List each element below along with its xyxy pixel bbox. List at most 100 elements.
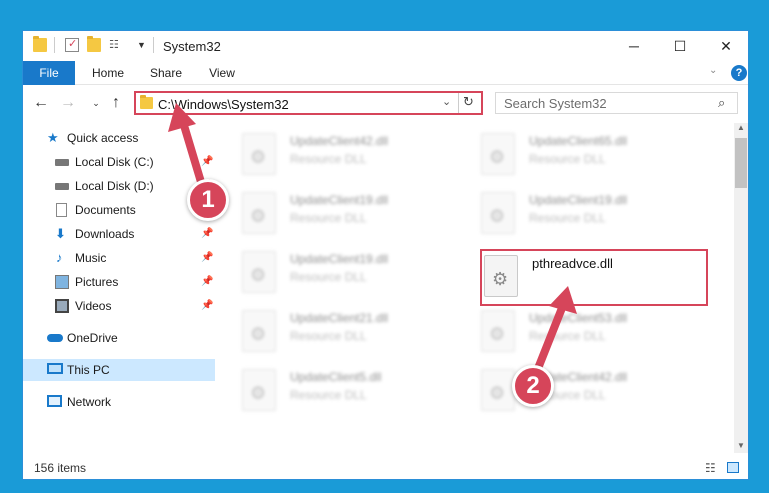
scroll-thumb[interactable] <box>735 138 747 188</box>
pictures-icon <box>55 275 69 289</box>
step-1-badge: 1 <box>187 179 229 221</box>
dll-file-icon: ⚙ <box>242 251 276 293</box>
sidebar-item-pictures[interactable]: Pictures 📌 <box>23 271 215 293</box>
sidebar-item-label: Network <box>67 395 112 409</box>
download-icon: ⬇ <box>55 226 66 241</box>
sidebar-item-label: Documents <box>75 203 136 217</box>
file-name: UpdateClient42.dll <box>290 134 389 148</box>
dll-file-icon: ⚙ <box>481 133 515 175</box>
pin-icon[interactable]: 📌 <box>201 300 213 311</box>
file-item[interactable]: ⚙ UpdateClient19.dll Resource DLL <box>481 190 701 238</box>
address-divider <box>458 93 459 113</box>
toolbar-divider <box>54 37 55 53</box>
tab-view[interactable]: View <box>199 61 245 85</box>
window-title: System32 <box>163 39 221 54</box>
file-item[interactable]: ⚙ UpdateClient21.dll Resource DLL <box>242 308 462 356</box>
dll-file-icon: ⚙ <box>242 310 276 352</box>
sidebar-item-network[interactable]: Network <box>23 391 215 413</box>
large-icons-view-icon[interactable] <box>727 462 739 473</box>
status-bar: 156 items ☷ <box>23 456 748 479</box>
navigation-pane: ★ Quick access Local Disk (C:) 📌 Local D… <box>23 123 215 453</box>
network-icon <box>47 395 62 407</box>
dll-file-icon: ⚙ <box>242 133 276 175</box>
sidebar-item-videos[interactable]: Videos 📌 <box>23 295 215 317</box>
sidebar-item-local-disk-d[interactable]: Local Disk (D:) 📌 <box>23 175 215 197</box>
new-folder-icon[interactable] <box>87 36 101 52</box>
search-input[interactable]: Search System32 <box>504 96 607 111</box>
ribbon: File Home Share View ⌄ ? <box>23 61 748 85</box>
sidebar-item-label: This PC <box>67 363 110 377</box>
drive-icon <box>55 159 69 166</box>
scroll-up-icon[interactable]: ▲ <box>737 123 745 132</box>
maximize-button[interactable]: ☐ <box>657 31 703 61</box>
dll-file-icon: ⚙ <box>242 369 276 411</box>
file-type: Resource DLL <box>290 329 367 343</box>
folder-icon <box>140 95 153 109</box>
file-name: UpdateClient5.dll <box>290 370 382 384</box>
file-item[interactable]: ⚙ UpdateClient5.dll Resource DLL <box>242 367 462 415</box>
search-box[interactable]: Search System32 ⌕ <box>495 92 738 114</box>
tab-home[interactable]: Home <box>85 61 131 85</box>
expand-ribbon-icon[interactable]: ⌄ <box>709 65 717 76</box>
help-icon[interactable]: ? <box>731 65 747 81</box>
close-button[interactable]: ✕ <box>703 31 748 61</box>
sidebar-item-local-disk-c[interactable]: Local Disk (C:) 📌 <box>23 151 215 173</box>
file-item[interactable]: ⚙ UpdateClient19.dll Resource DLL <box>242 190 462 238</box>
pin-icon[interactable]: 📌 <box>201 276 213 287</box>
file-name: UpdateClient53.dll <box>529 311 628 325</box>
tab-share[interactable]: Share <box>143 61 189 85</box>
view-options-icon[interactable]: ☷ <box>109 38 123 52</box>
file-list: ⚙ UpdateClient42.dll Resource DLL ⚙ Upda… <box>218 123 736 453</box>
toolbar-divider <box>153 37 154 53</box>
file-name: UpdateClient21.dll <box>290 311 389 325</box>
sidebar-item-quick-access[interactable]: ★ Quick access <box>23 127 215 149</box>
file-name: UpdateClient19.dll <box>290 193 389 207</box>
details-view-icon[interactable]: ☷ <box>705 461 716 475</box>
customize-toolbar-icon[interactable]: ▼ <box>137 38 151 52</box>
file-item[interactable]: ⚙ UpdateClient65.dll Resource DLL <box>481 131 701 179</box>
highlight-box <box>480 249 708 306</box>
file-type: Resource DLL <box>290 152 367 166</box>
sidebar-item-this-pc[interactable]: This PC <box>23 359 215 381</box>
drive-icon <box>55 183 69 190</box>
minimize-button[interactable]: ─ <box>611 31 657 61</box>
sidebar-item-label: Music <box>75 251 107 265</box>
properties-icon[interactable]: ✓ <box>65 38 79 52</box>
sidebar-item-onedrive[interactable]: OneDrive <box>23 327 215 349</box>
sidebar-item-downloads[interactable]: ⬇ Downloads 📌 <box>23 223 215 245</box>
file-type: Resource DLL <box>290 211 367 225</box>
sidebar-item-label: Videos <box>75 299 112 313</box>
tab-file[interactable]: File <box>23 61 75 85</box>
file-type: Resource DLL <box>529 211 606 225</box>
videos-icon <box>55 299 69 313</box>
file-name: UpdateClient19.dll <box>290 252 389 266</box>
file-item[interactable]: ⚙ UpdateClient53.dll Resource DLL <box>481 308 701 356</box>
dll-file-icon: ⚙ <box>242 192 276 234</box>
address-bar[interactable]: C:\Windows\System32 ⌄ ↻ <box>134 91 483 115</box>
refresh-icon[interactable]: ↻ <box>463 94 474 110</box>
up-arrow-icon[interactable]: ↑ <box>107 94 125 112</box>
vertical-scrollbar[interactable]: ▲ ▼ <box>734 123 748 453</box>
music-icon: ♪ <box>56 250 63 265</box>
star-icon: ★ <box>47 130 59 145</box>
sidebar-item-label: Downloads <box>75 227 135 241</box>
pin-icon[interactable]: 📌 <box>201 228 213 239</box>
address-dropdown-icon[interactable]: ⌄ <box>442 95 451 108</box>
file-item[interactable]: ⚙ UpdateClient19.dll Resource DLL <box>242 249 462 297</box>
address-path: C:\Windows\System32 <box>158 97 289 112</box>
forward-arrow-icon[interactable]: → <box>59 94 77 112</box>
pin-icon[interactable]: 📌 <box>201 252 213 263</box>
scroll-down-icon[interactable]: ▼ <box>737 441 745 450</box>
documents-icon <box>56 203 67 217</box>
sidebar-item-music[interactable]: ♪ Music 📌 <box>23 247 215 269</box>
pin-icon[interactable]: 📌 <box>201 156 213 167</box>
cloud-icon <box>47 334 63 342</box>
file-type: Resource DLL <box>529 152 606 166</box>
computer-icon <box>47 363 63 374</box>
back-arrow-icon[interactable]: ← <box>32 94 50 112</box>
file-item[interactable]: ⚙ UpdateClient42.dll Resource DLL <box>242 131 462 179</box>
recent-locations-icon[interactable]: ⌄ <box>87 94 105 112</box>
search-icon[interactable]: ⌕ <box>718 95 725 111</box>
dll-file-icon: ⚙ <box>481 369 515 411</box>
sidebar-item-label: Local Disk (D:) <box>75 179 154 193</box>
